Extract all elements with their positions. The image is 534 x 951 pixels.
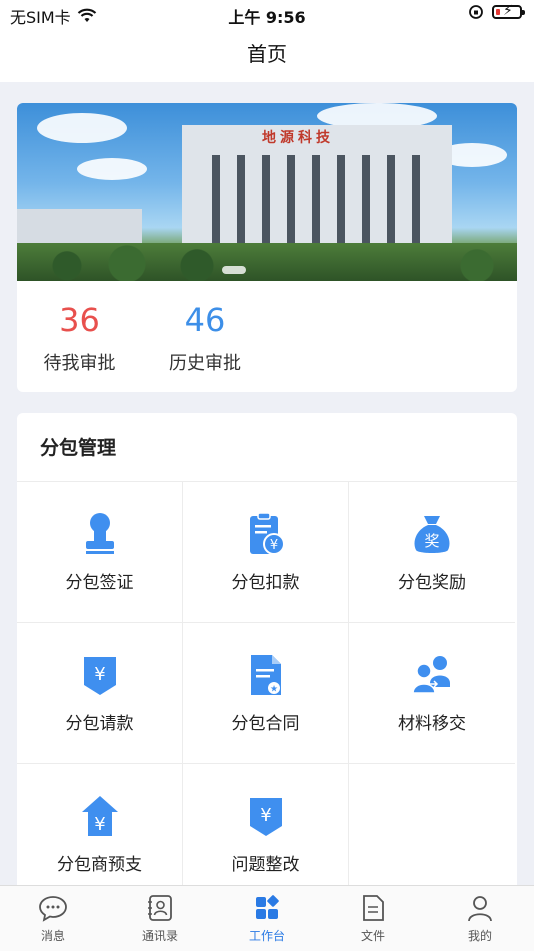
grid-item-material-transfer[interactable]: 材料移交	[349, 623, 515, 764]
tab-bar: 消息 通讯录 工作台 文件 我的	[0, 885, 534, 951]
money-bag-icon: 奖	[414, 516, 450, 553]
history-approval-label: 历史审批	[169, 353, 241, 374]
history-approval-stat[interactable]: 46 历史审批	[165, 301, 245, 375]
grid-item-payment-request[interactable]: ¥ 分包请款	[17, 623, 183, 764]
transfer-people-icon	[412, 656, 450, 694]
pending-approval-count: 36	[59, 301, 100, 339]
grid-item-reward[interactable]: 奖 分包奖励	[349, 482, 515, 623]
page-title: 首页	[247, 42, 287, 66]
grid-item-contract[interactable]: ★ 分包合同	[183, 623, 349, 764]
banner-image[interactable]: 地源科技	[17, 103, 517, 281]
svg-text:★: ★	[270, 685, 278, 695]
pending-approval-stat[interactable]: 36 待我审批	[37, 301, 122, 375]
grid-item-advance-payment[interactable]: ¥ 分包商预支	[17, 764, 183, 893]
yen-house-icon: ¥	[82, 796, 118, 836]
clock: 上午 9:56	[228, 8, 306, 27]
status-bar: 无SIM卡 上午 9:56 ⚡	[0, 0, 534, 28]
workbench-icon	[256, 895, 279, 919]
grid-item-rectification[interactable]: ¥ 问题整改	[183, 764, 349, 893]
section-title: 分包管理	[40, 437, 117, 459]
svg-text:¥: ¥	[94, 664, 105, 685]
function-grid: 分包签证 ¥ 分包扣款 奖 分包奖励 ¥ 分包请款 ★ 分包合同 材料移交 ¥ …	[17, 481, 517, 893]
tab-contacts[interactable]: 通讯录	[107, 894, 213, 944]
yen-shield-icon: ¥	[250, 798, 282, 836]
grid-item-empty	[349, 764, 515, 893]
svg-text:¥: ¥	[94, 814, 105, 835]
battery-icon: ⚡	[492, 3, 525, 19]
svg-text:¥: ¥	[270, 538, 278, 553]
banner-card: 地源科技 36 待我审批 46 历史审批	[17, 103, 517, 392]
svg-text:奖: 奖	[424, 532, 439, 550]
tab-workbench[interactable]: 工作台	[214, 894, 320, 944]
history-approval-count: 46	[184, 301, 226, 339]
subcontract-management-card: 分包管理 分包签证 ¥ 分包扣款 奖 分包奖励 ¥ 分包请款 ★ 分包合同 材料…	[17, 413, 517, 893]
pending-approval-label: 待我审批	[43, 353, 116, 374]
tab-files[interactable]: 文件	[320, 894, 426, 944]
chat-bubble-icon	[39, 896, 67, 922]
orientation-lock-icon	[469, 5, 483, 19]
tab-profile[interactable]: 我的	[427, 894, 533, 944]
yen-request-icon: ¥	[84, 657, 116, 695]
nav-bar: 首页	[0, 28, 534, 82]
file-icon	[363, 895, 384, 921]
grid-item-visa[interactable]: 分包签证	[17, 482, 183, 623]
building-sign: 地源科技	[262, 130, 334, 146]
deduction-doc-icon: ¥	[250, 512, 285, 555]
contacts-icon	[148, 895, 172, 921]
contract-doc-icon: ★	[251, 655, 281, 695]
grid-item-deduction[interactable]: ¥ 分包扣款	[183, 482, 349, 623]
stamp-icon	[86, 513, 114, 554]
tab-messages[interactable]: 消息	[0, 894, 106, 944]
carousel-indicator[interactable]	[222, 266, 246, 274]
svg-text:¥: ¥	[260, 805, 271, 826]
person-icon	[468, 896, 492, 922]
